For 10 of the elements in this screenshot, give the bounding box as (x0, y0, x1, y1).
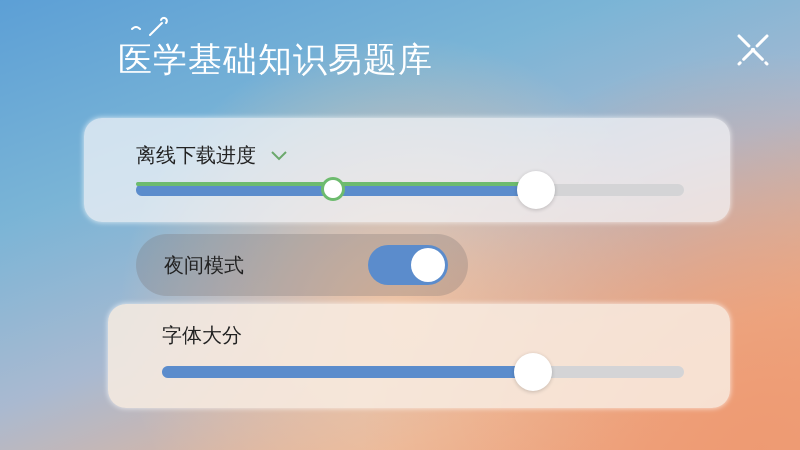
download-label: 离线下载进度 (136, 142, 256, 168)
marker-thumb[interactable] (321, 177, 346, 201)
slider-thumb[interactable] (514, 353, 552, 391)
close-icon[interactable] (736, 33, 770, 67)
slider-thumb[interactable] (517, 171, 556, 209)
night-mode-label: 夜间模式 (164, 252, 244, 278)
night-mode-toggle[interactable] (368, 245, 448, 285)
chevron-icon[interactable] (270, 150, 288, 162)
app-title: 医学基础知识易题库 (118, 40, 433, 80)
font-size-label: 字体大分 (162, 322, 242, 348)
